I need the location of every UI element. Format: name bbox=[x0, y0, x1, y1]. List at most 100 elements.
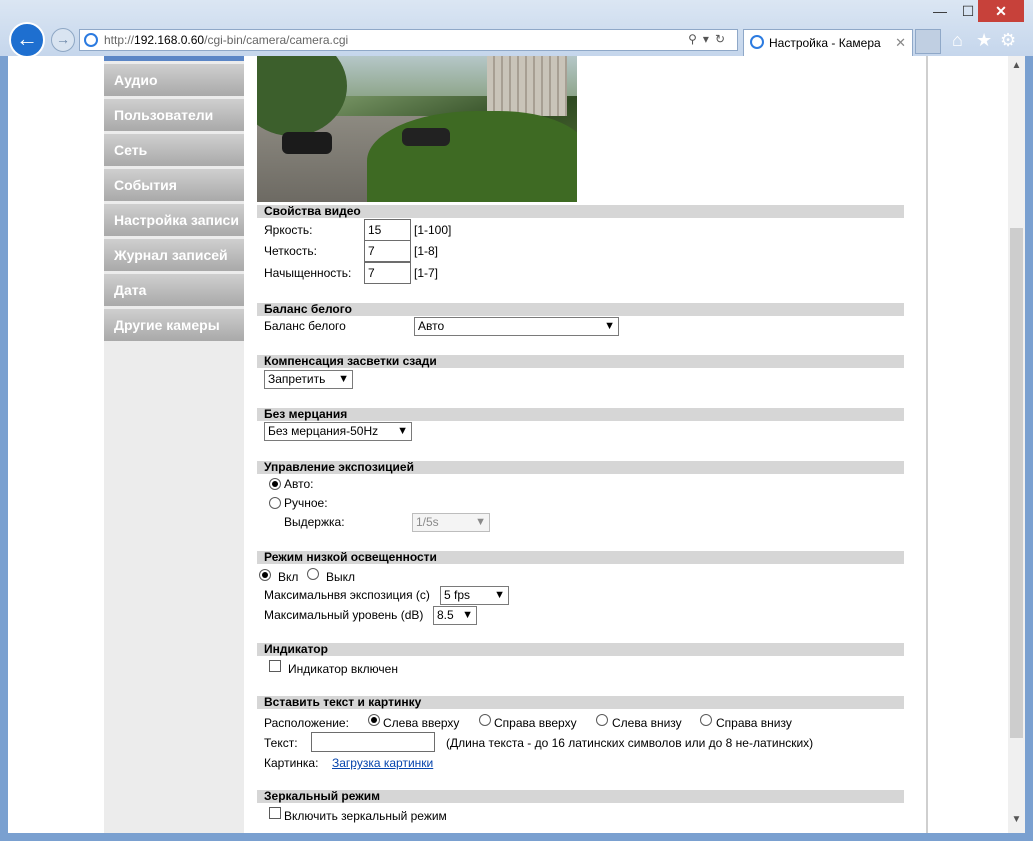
home-icon[interactable]: ⌂ bbox=[952, 30, 963, 51]
brightness-label: Яркость: bbox=[264, 223, 313, 237]
camera-preview-image bbox=[257, 56, 577, 202]
vertical-scrollbar[interactable]: ▲ ▼ bbox=[1008, 56, 1025, 833]
new-tab-button[interactable] bbox=[915, 29, 941, 54]
low-light-on-radio[interactable] bbox=[259, 569, 271, 581]
max-level-label: Максимальный уровень (dB) bbox=[264, 608, 424, 622]
overlay-text-label: Текст: bbox=[264, 736, 298, 750]
max-level-select[interactable]: 8.5 ▼ bbox=[433, 606, 477, 625]
position-top-right-label: Справа вверху bbox=[494, 716, 577, 730]
sharpness-input[interactable]: 7 bbox=[364, 240, 411, 262]
search-refresh-icons[interactable]: ⚲▾↻ bbox=[688, 32, 731, 46]
position-bottom-right-radio[interactable] bbox=[700, 714, 712, 726]
overlay-text-input[interactable] bbox=[311, 732, 435, 752]
chevron-down-icon: ▼ bbox=[338, 373, 349, 385]
position-bottom-left-radio[interactable] bbox=[596, 714, 608, 726]
browser-toolbar: — ☐ ✕ ← → http://192.168.0.60/cgi-bin/ca… bbox=[0, 0, 1033, 58]
sidebar: Аудио Пользователи Сеть События Настройк… bbox=[104, 56, 244, 833]
sidebar-item-audio[interactable]: Аудио bbox=[104, 64, 244, 96]
sidebar-item-recording-settings[interactable]: Настройка записи bbox=[104, 204, 244, 236]
brightness-input[interactable]: 15 bbox=[364, 219, 411, 241]
tab-camera-settings[interactable]: Настройка - Камера ✕ bbox=[743, 29, 913, 56]
brightness-range: [1-100] bbox=[414, 223, 452, 237]
close-button[interactable]: ✕ bbox=[978, 0, 1024, 22]
white-balance-label: Баланс белого bbox=[264, 319, 346, 333]
position-bottom-left-label: Слева внизу bbox=[612, 716, 682, 730]
page-viewport: Аудио Пользователи Сеть События Настройк… bbox=[8, 56, 1008, 833]
shutter-label: Выдержка: bbox=[284, 515, 345, 529]
preview-car bbox=[282, 132, 332, 154]
mirror-checkbox-label: Включить зеркальный режим bbox=[284, 809, 447, 823]
chevron-down-icon: ▼ bbox=[397, 425, 408, 437]
close-tab-icon[interactable]: ✕ bbox=[895, 35, 906, 51]
position-label: Расположение: bbox=[264, 716, 349, 730]
low-light-off-radio[interactable] bbox=[307, 568, 319, 580]
position-top-left-label: Слева вверху bbox=[383, 716, 460, 730]
ie-tab-icon bbox=[750, 35, 764, 49]
section-mirror-mode: Зеркальный режим bbox=[257, 790, 904, 803]
active-menu-edge bbox=[104, 56, 244, 61]
sidebar-item-date[interactable]: Дата bbox=[104, 274, 244, 306]
saturation-label: Начыщенность: bbox=[264, 266, 352, 280]
backlight-select[interactable]: Запретить ▼ bbox=[264, 370, 353, 389]
forward-icon[interactable]: → bbox=[51, 28, 75, 52]
page-margin bbox=[8, 56, 92, 833]
scroll-thumb[interactable] bbox=[1010, 228, 1023, 738]
overlay-text-hint: (Длина текста - до 16 латинских символов… bbox=[446, 736, 814, 750]
address-bar[interactable]: http://192.168.0.60/cgi-bin/camera/camer… bbox=[79, 29, 738, 51]
preview-car bbox=[402, 128, 450, 146]
section-text-image-overlay: Вставить текст и картинку bbox=[257, 696, 904, 709]
max-exposure-select[interactable]: 5 fps ▼ bbox=[440, 586, 509, 605]
white-balance-value: Авто bbox=[418, 319, 445, 333]
saturation-input[interactable]: 7 bbox=[364, 262, 411, 284]
exposure-auto-radio[interactable] bbox=[269, 478, 281, 490]
preview-building bbox=[487, 56, 567, 116]
chevron-down-icon: ▼ bbox=[462, 609, 473, 621]
scroll-up-icon[interactable]: ▲ bbox=[1008, 60, 1025, 71]
scroll-down-icon[interactable]: ▼ bbox=[1008, 814, 1025, 825]
tab-title: Настройка - Камера bbox=[769, 36, 881, 50]
ie-page-icon bbox=[84, 33, 98, 47]
sidebar-item-events[interactable]: События bbox=[104, 169, 244, 201]
browser-window: — ☐ ✕ ← → http://192.168.0.60/cgi-bin/ca… bbox=[0, 0, 1033, 841]
exposure-manual-label: Ручное: bbox=[284, 496, 328, 510]
low-light-off-label: Выкл bbox=[326, 570, 356, 584]
settings-gear-icon[interactable]: ⚙ bbox=[1000, 30, 1016, 51]
main-content: Свойства видео Яркость: 15 [1-100] Четко… bbox=[244, 56, 926, 833]
section-white-balance: Баланс белого bbox=[257, 303, 904, 316]
section-low-light-mode: Режим низкой освещенности bbox=[257, 551, 904, 564]
section-video-properties: Свойства видео bbox=[257, 205, 904, 218]
overlay-image-label: Картинка: bbox=[264, 756, 319, 770]
exposure-auto-label: Авто: bbox=[284, 477, 314, 491]
position-top-right-radio[interactable] bbox=[479, 714, 491, 726]
exposure-manual-radio[interactable] bbox=[269, 497, 281, 509]
url-text: http://192.168.0.60/cgi-bin/camera/camer… bbox=[104, 33, 349, 47]
back-icon[interactable]: ← bbox=[9, 22, 45, 58]
sidebar-item-users[interactable]: Пользователи bbox=[104, 99, 244, 131]
favorites-star-icon[interactable]: ★ bbox=[976, 30, 992, 51]
position-top-left-radio[interactable] bbox=[368, 714, 380, 726]
section-backlight-compensation: Компенсация засветки сзади bbox=[257, 355, 904, 368]
low-light-on-label: Вкл bbox=[278, 570, 299, 584]
chevron-down-icon: ▼ bbox=[494, 589, 505, 601]
saturation-range: [1-7] bbox=[414, 266, 439, 280]
backlight-value: Запретить bbox=[268, 372, 326, 386]
mirror-checkbox[interactable] bbox=[269, 807, 281, 819]
chevron-down-icon: ▼ bbox=[475, 516, 486, 528]
flicker-select[interactable]: Без мерцания-50Hz ▼ bbox=[264, 422, 412, 441]
sidebar-item-other-cameras[interactable]: Другие камеры bbox=[104, 309, 244, 341]
indicator-checkbox[interactable] bbox=[269, 660, 281, 672]
white-balance-select[interactable]: Авто ▼ bbox=[414, 317, 619, 336]
indicator-checkbox-label: Индикатор включен bbox=[288, 662, 398, 676]
max-level-value: 8.5 bbox=[437, 608, 454, 622]
sidebar-item-recording-log[interactable]: Журнал записей bbox=[104, 239, 244, 271]
upload-image-link[interactable]: Загрузка картинки bbox=[332, 756, 433, 770]
sidebar-item-network[interactable]: Сеть bbox=[104, 134, 244, 166]
flicker-value: Без мерцания-50Hz bbox=[268, 424, 379, 438]
max-exposure-label: Максимальнвя экспозиция (с) bbox=[264, 588, 430, 602]
section-flicker: Без мерцания bbox=[257, 408, 904, 421]
sharpness-label: Четкость: bbox=[264, 244, 317, 258]
content-border bbox=[926, 56, 928, 833]
chevron-down-icon: ▼ bbox=[604, 320, 615, 332]
max-exposure-value: 5 fps bbox=[444, 588, 471, 602]
shutter-select[interactable]: 1/5s ▼ bbox=[412, 513, 490, 532]
